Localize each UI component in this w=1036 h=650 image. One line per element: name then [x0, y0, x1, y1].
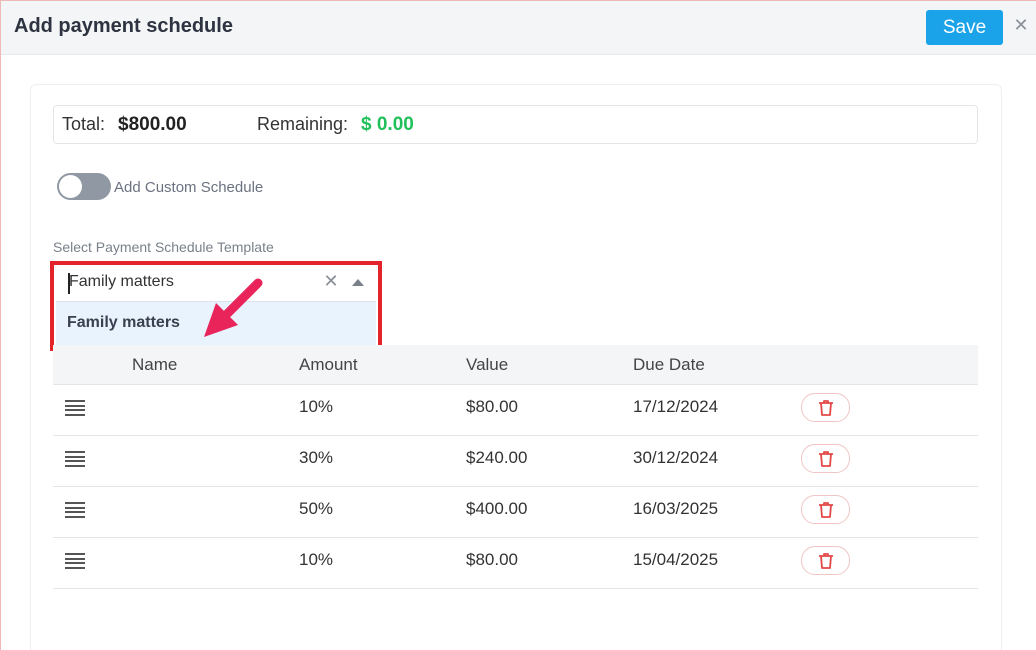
trash-icon — [818, 552, 833, 569]
column-header-name: Name — [132, 355, 178, 374]
delete-row-button[interactable] — [801, 495, 850, 524]
delete-row-button[interactable] — [801, 546, 850, 575]
row-due-date: 16/03/2025 — [633, 499, 719, 518]
clear-icon[interactable]: ✕ — [322, 270, 340, 292]
table-row: 10% $80.00 17/12/2024 — [53, 385, 978, 436]
row-amount: 50% — [299, 499, 334, 518]
total-label: Total: — [62, 114, 106, 134]
table-row: 10% $80.00 15/04/2025 — [53, 538, 978, 589]
remaining-label: Remaining: — [257, 114, 349, 134]
row-value: $80.00 — [466, 397, 518, 416]
template-select[interactable]: Family matters ✕ — [56, 265, 376, 301]
delete-row-button[interactable] — [801, 393, 850, 422]
column-header-amount: Amount — [299, 355, 358, 374]
trash-icon — [818, 399, 833, 416]
row-due-date: 15/04/2025 — [633, 550, 719, 569]
caret-up-icon[interactable] — [352, 279, 364, 286]
drag-handle-icon[interactable] — [65, 553, 85, 569]
custom-schedule-toggle[interactable] — [57, 173, 111, 200]
row-value: $240.00 — [466, 448, 528, 467]
trash-icon — [818, 501, 833, 518]
table-header: Name Amount Value Due Date — [53, 345, 978, 385]
trash-icon — [818, 450, 833, 467]
modal-header: Add payment schedule Save ✕ — [1, 1, 1036, 55]
dropdown-option-label: Family matters — [67, 314, 180, 331]
table-row: 30% $240.00 30/12/2024 — [53, 436, 978, 487]
dropdown-option-family-matters[interactable]: Family matters — [56, 301, 376, 345]
template-select-value[interactable]: Family matters — [69, 273, 174, 291]
remaining-value: $ 0.00 — [361, 114, 414, 135]
save-button[interactable]: Save — [926, 10, 1003, 45]
row-amount: 30% — [299, 448, 334, 467]
row-amount: 10% — [299, 550, 334, 569]
text-cursor — [68, 273, 70, 294]
column-header-due-date: Due Date — [633, 355, 705, 374]
drag-handle-icon[interactable] — [65, 400, 85, 416]
template-select-label: Select Payment Schedule Template — [53, 239, 274, 255]
row-due-date: 17/12/2024 — [633, 397, 719, 416]
table-row: 50% $400.00 16/03/2025 — [53, 487, 978, 538]
row-due-date: 30/12/2024 — [633, 448, 719, 467]
drag-handle-icon[interactable] — [65, 451, 85, 467]
delete-row-button[interactable] — [801, 444, 850, 473]
column-header-value: Value — [466, 355, 509, 374]
totals-summary: Total: $800.00 Remaining: $ 0.00 — [53, 105, 978, 144]
custom-schedule-label: Add Custom Schedule — [114, 179, 264, 196]
drag-handle-icon[interactable] — [65, 502, 85, 518]
close-icon[interactable]: ✕ — [1012, 15, 1030, 35]
row-value: $80.00 — [466, 550, 518, 569]
row-value: $400.00 — [466, 499, 528, 518]
total-value: $800.00 — [118, 114, 187, 135]
toggle-knob — [59, 175, 82, 198]
row-amount: 10% — [299, 397, 334, 416]
modal-title: Add payment schedule — [14, 15, 233, 37]
